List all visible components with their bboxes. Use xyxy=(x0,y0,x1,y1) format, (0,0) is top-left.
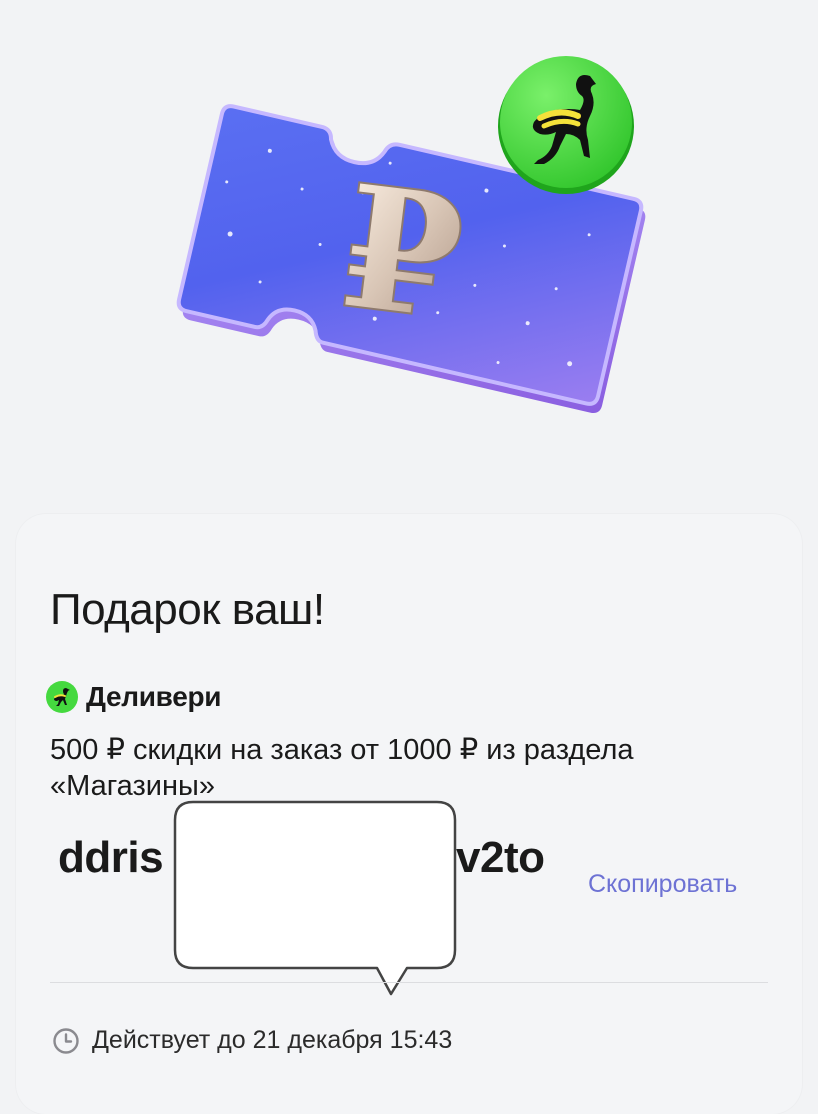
offer-description-line1: 500 ₽ скидки на заказ от 1000 ₽ из разде… xyxy=(50,734,634,766)
hero-illustration: ₽ xyxy=(0,0,818,520)
brand-name: Деливери xyxy=(86,681,222,712)
ruble-symbol: ₽ xyxy=(331,147,473,360)
promo-code-end: v2to xyxy=(456,833,545,882)
coupon-illustration: ₽ xyxy=(176,56,646,413)
promo-code[interactable]: ddris v2to xyxy=(58,832,545,884)
divider xyxy=(50,982,768,983)
offer-description: 500 ₽ скидки на заказ от 1000 ₽ из разде… xyxy=(50,732,780,804)
page-title: Подарок ваш! xyxy=(50,585,325,634)
brand-row: Деливери xyxy=(46,680,222,714)
promo-code-start: ddris xyxy=(58,833,164,882)
validity-text: Действует до 21 декабря 15:43 xyxy=(92,1026,453,1054)
gift-card-panel: Подарок ваш! Деливери 500 ₽ скидки на за… xyxy=(16,514,802,1114)
clock-icon xyxy=(53,1027,79,1054)
redaction-bubble xyxy=(173,800,457,996)
delivery-ostrich-icon xyxy=(46,681,78,713)
validity-row: Действует до 21 декабря 15:43 xyxy=(52,1026,452,1055)
delivery-badge-icon xyxy=(498,56,634,194)
offer-description-line2: «Магазины» xyxy=(50,770,215,802)
copy-button[interactable]: Скопировать xyxy=(588,870,737,899)
